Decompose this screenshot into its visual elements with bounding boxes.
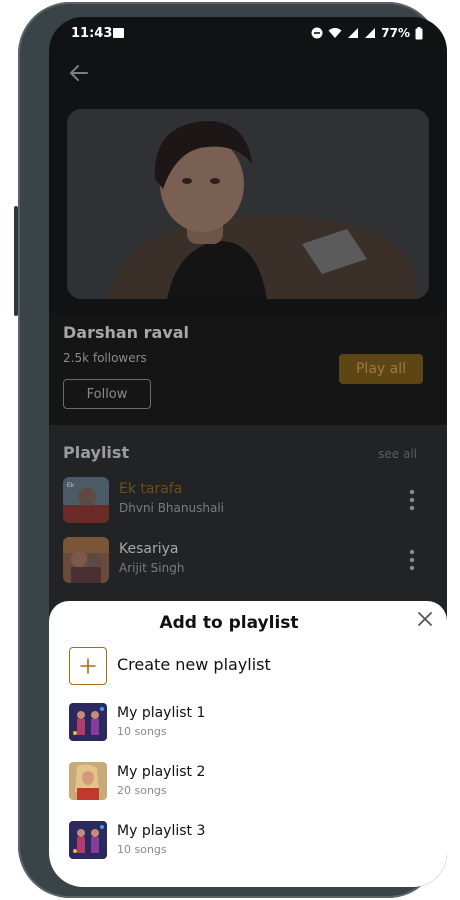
close-icon[interactable] — [417, 611, 433, 627]
artist-hero-image — [67, 109, 429, 299]
song-row[interactable]: Ek Ek tarafa Dhvni Bhanushali — [63, 477, 433, 525]
song-artist: Arijit Singh — [119, 561, 185, 575]
song-row[interactable]: Kesariya Arijit Singh — [63, 537, 433, 585]
playlist-item[interactable]: My playlist 3 10 songs — [69, 821, 399, 863]
create-playlist-label: Create new playlist — [117, 655, 271, 674]
song-thumbnail — [63, 537, 109, 583]
follow-button[interactable]: Follow — [63, 379, 151, 409]
followers-count: 2.5k followers — [63, 351, 147, 365]
playlist-name: My playlist 2 — [117, 764, 206, 780]
playlist-thumbnail — [69, 821, 107, 859]
sheet-title: Add to playlist — [159, 613, 299, 633]
add-to-playlist-sheet: Add to playlist Create new playlist My p… — [49, 601, 447, 887]
wifi-icon — [328, 28, 342, 38]
playlist-heading: Playlist — [63, 443, 130, 462]
screen: 11:43 77% Darshan raval 2.5k followers F… — [49, 17, 447, 887]
artist-info: Darshan raval 2.5k followers Follow Play… — [49, 313, 447, 425]
signal-icon-2 — [365, 28, 376, 38]
more-vertical-icon[interactable] — [409, 549, 415, 571]
playlist-thumbnail — [69, 762, 107, 800]
song-title: Ek tarafa — [119, 481, 183, 497]
svg-text:Ek: Ek — [67, 483, 75, 489]
more-vertical-icon[interactable] — [409, 489, 415, 511]
playlist-song-count: 20 songs — [117, 784, 167, 797]
dnd-icon — [311, 27, 323, 39]
status-time: 11:43 — [71, 26, 113, 41]
artist-name: Darshan raval — [63, 323, 190, 342]
status-icons: 77% — [311, 26, 423, 40]
song-artist: Dhvni Bhanushali — [119, 501, 224, 515]
power-button — [14, 206, 18, 316]
playlist-name: My playlist 1 — [117, 705, 206, 721]
plus-icon — [80, 658, 96, 674]
playlist-item[interactable]: My playlist 2 20 songs — [69, 762, 399, 804]
image-notification-icon — [113, 28, 124, 38]
song-thumbnail: Ek — [63, 477, 109, 523]
arrow-left-icon[interactable] — [67, 61, 91, 85]
battery-percent: 77% — [381, 26, 410, 40]
playlist-song-count: 10 songs — [117, 725, 167, 738]
status-bar: 11:43 77% — [49, 17, 447, 51]
signal-icon — [348, 28, 359, 38]
plus-icon-box — [69, 647, 107, 685]
playlist-item[interactable]: My playlist 1 10 songs — [69, 703, 399, 745]
battery-icon — [415, 26, 423, 39]
playlist-name: My playlist 3 — [117, 823, 206, 839]
phone-frame: 11:43 77% Darshan raval 2.5k followers F… — [14, 2, 447, 898]
see-all-link[interactable]: see all — [378, 447, 417, 461]
song-title: Kesariya — [119, 541, 179, 557]
playlist-song-count: 10 songs — [117, 843, 167, 856]
playlist-thumbnail — [69, 703, 107, 741]
create-new-playlist-button[interactable]: Create new playlist — [69, 647, 399, 685]
play-all-button[interactable]: Play all — [339, 354, 423, 384]
